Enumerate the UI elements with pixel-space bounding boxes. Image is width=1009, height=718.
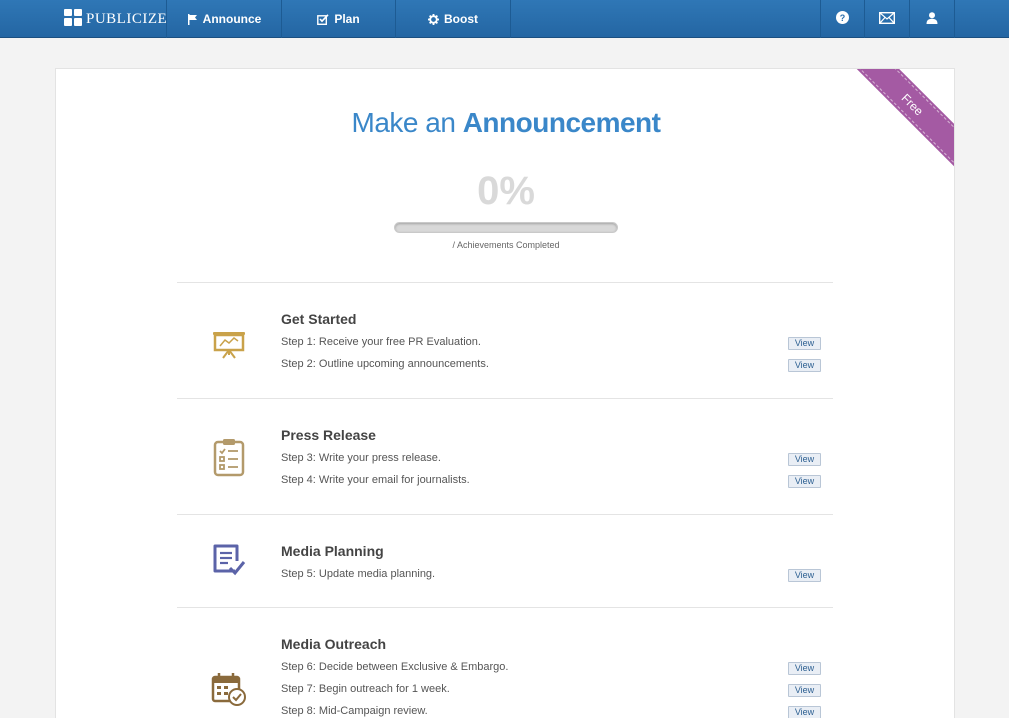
completion-percent: 0% <box>477 169 535 213</box>
step-item: Step 2: Outline upcoming announcements. <box>281 358 489 370</box>
nav-plan[interactable]: Plan <box>282 0 396 38</box>
achievement-progress-bar <box>394 222 618 233</box>
view-button[interactable]: View <box>788 337 821 350</box>
view-button[interactable]: View <box>788 569 821 582</box>
step-item: Step 8: Mid-Campaign review. <box>281 705 428 717</box>
progress-label: / Achievements Completed <box>452 240 560 250</box>
view-button[interactable]: View <box>788 359 821 372</box>
account-button[interactable] <box>910 0 955 38</box>
clipboard-checklist-icon <box>211 437 247 477</box>
announcement-card: Free Make an Announcement 0% / Achieveme… <box>55 68 955 718</box>
flag-icon <box>187 13 198 25</box>
view-button[interactable]: View <box>788 684 821 697</box>
title-prefix: Make an <box>351 107 456 138</box>
section-title: Get Started <box>281 311 357 327</box>
messages-button[interactable] <box>865 0 910 38</box>
step-item: Step 7: Begin outreach for 1 week. <box>281 683 450 695</box>
view-button[interactable]: View <box>788 453 821 466</box>
mail-icon <box>878 11 896 27</box>
nav-boost-label: Boost <box>444 12 478 26</box>
calendar-check-icon <box>211 672 247 708</box>
step-item: Step 5: Update media planning. <box>281 568 436 580</box>
logo-mark-icon <box>64 9 84 27</box>
top-navigation: Publicize Announce Plan Boost ? <box>0 0 1009 38</box>
section-media-outreach: Media Outreach Step 6: Decide between Ex… <box>177 607 833 718</box>
logo-wordmark: Publicize <box>86 10 168 27</box>
view-button[interactable]: View <box>788 662 821 675</box>
user-icon <box>926 11 938 27</box>
title-emphasis: Announcement <box>462 107 661 138</box>
section-title: Press Release <box>281 427 376 443</box>
nav-announce[interactable]: Announce <box>167 0 282 38</box>
document-check-icon <box>211 543 247 579</box>
svg-text:?: ? <box>840 13 846 23</box>
view-button[interactable]: View <box>788 706 821 718</box>
section-get-started: Get Started Step 1: Receive your free PR… <box>177 282 833 398</box>
help-button[interactable]: ? <box>820 0 865 38</box>
presentation-board-icon <box>211 324 247 360</box>
checkbox-icon <box>317 13 329 25</box>
page-title: Make an Announcement <box>56 107 954 139</box>
gear-icon <box>428 13 439 25</box>
step-item: Step 4: Write your email for journalists… <box>281 474 470 486</box>
publicize-logo[interactable]: Publicize <box>0 0 167 38</box>
step-item: Step 1: Receive your free PR Evaluation. <box>281 336 481 348</box>
view-button[interactable]: View <box>788 475 821 488</box>
section-title: Media Outreach <box>281 636 387 652</box>
nav-boost[interactable]: Boost <box>396 0 511 38</box>
step-item: Step 6: Decide between Exclusive & Embar… <box>281 661 509 673</box>
section-title: Media Planning <box>281 543 384 559</box>
section-press-release: Press Release Step 3: Write your press r… <box>177 398 833 514</box>
help-icon: ? <box>836 11 849 27</box>
section-media-planning: Media Planning Step 5: Update media plan… <box>177 514 833 607</box>
nav-plan-label: Plan <box>334 12 360 26</box>
nav-announce-label: Announce <box>202 12 262 26</box>
step-item: Step 3: Write your press release. <box>281 452 441 464</box>
